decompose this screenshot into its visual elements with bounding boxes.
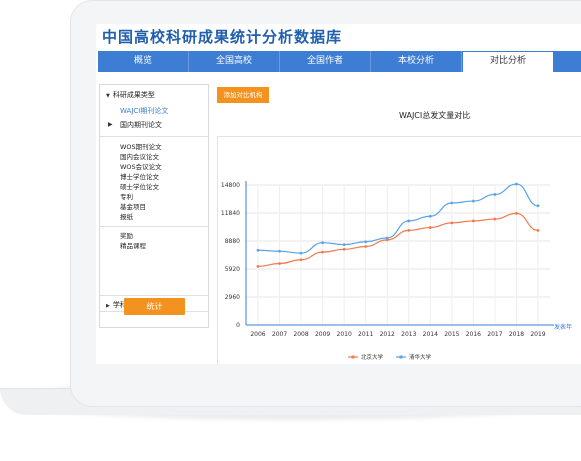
x-tick-label: 2015	[444, 331, 459, 338]
x-tick-label: 2013	[401, 331, 416, 338]
data-point	[385, 236, 389, 240]
x-tick-label: 2018	[509, 331, 524, 338]
data-point	[364, 245, 368, 248]
series-line-1	[257, 212, 539, 267]
sidebar-item[interactable]: 国内会议论文	[120, 152, 208, 162]
data-point	[342, 243, 346, 246]
data-point	[428, 214, 432, 218]
legend-label: 清华大学	[409, 353, 432, 361]
sidebar-item[interactable]: WOS期刊论文	[120, 142, 208, 152]
sidebar-type-list: WOS期刊论文 国内会议论文 WOS会议论文 博士学位论文 硕士学位论文 专利 …	[100, 142, 208, 222]
data-point	[321, 241, 325, 245]
x-tick-label: 2011	[358, 331, 373, 338]
data-point	[407, 229, 411, 232]
x-axis-unit-label: 发表年	[554, 323, 572, 331]
data-point	[299, 251, 303, 255]
x-tick-label: 2008	[293, 331, 308, 338]
y-tick-label: 11840	[221, 210, 240, 217]
sidebar-divider	[100, 226, 208, 227]
x-tick-label: 2016	[466, 331, 481, 338]
y-tick-label: 2960	[225, 294, 240, 301]
sidebar-group-label: 科研成果类型	[112, 91, 155, 99]
data-point	[471, 199, 475, 203]
data-point	[278, 249, 281, 253]
data-point	[471, 219, 475, 223]
x-tick-label: 2014	[423, 331, 438, 338]
filter-sidebar: ▼ 科研成果类型 WAJCI期刊论文 ▶ 国内期刊论文 WOS期刊论文 国内会议论…	[99, 84, 209, 328]
sidebar-item[interactable]: WOS会议论文	[120, 162, 208, 172]
data-point	[450, 221, 454, 225]
sidebar-item[interactable]: 精品课程	[120, 241, 208, 251]
tab-national-universities[interactable]: 全国高校	[189, 51, 280, 72]
app-title: 中国高校科研成果统计分析数据库	[102, 28, 343, 46]
main-nav: 概览 全国高校 全国作者 本校分析 对比分析	[98, 51, 581, 72]
tab-comparison-analysis[interactable]: 对比分析	[462, 51, 554, 72]
data-point	[407, 219, 411, 223]
y-tick-label: 8880	[225, 238, 240, 245]
x-tick-label: 2017	[487, 331, 502, 338]
sidebar-item[interactable]: 报纸	[120, 212, 208, 222]
collapse-triangle-icon: ▼	[106, 93, 110, 99]
sidebar-item-wajci[interactable]: WAJCI期刊论文	[120, 106, 204, 116]
x-tick-label: 2007	[272, 331, 287, 338]
chart-title: WAJCI总发文量对比	[399, 111, 471, 120]
add-compare-institution-button[interactable]: 添加对比机构	[217, 87, 269, 103]
x-tick-label: 2006	[250, 331, 265, 338]
sidebar-divider	[100, 136, 208, 137]
data-point	[364, 240, 368, 244]
data-point	[536, 229, 540, 232]
expand-triangle-icon: ▶	[106, 303, 110, 309]
sidebar-type-list-2: 奖励 精品课程	[100, 231, 208, 251]
statistics-button[interactable]: 统计	[124, 298, 185, 315]
sidebar-item[interactable]: 奖励	[120, 231, 208, 241]
app-screen: 中国高校科研成果统计分析数据库 概览 全国高校 全国作者 本校分析 对比分析 ▼…	[96, 24, 581, 364]
legend-marker	[399, 355, 403, 359]
sidebar-item[interactable]: 专利	[120, 192, 208, 202]
legend-label: 北京大学	[361, 353, 384, 361]
data-point	[493, 217, 497, 221]
chart-panel: 0 2960 5920 8880 11840 14800 2006 2007 2008 2009 2…	[217, 136, 581, 364]
x-tick-label: 2009	[315, 331, 330, 338]
data-point	[256, 264, 260, 268]
data-point	[493, 193, 497, 196]
legend-marker	[351, 355, 355, 359]
y-tick-label: 0	[236, 322, 240, 329]
data-point	[342, 247, 346, 251]
tab-own-school-analysis[interactable]: 本校分析	[371, 51, 462, 72]
y-tick-label: 5920	[225, 266, 240, 273]
data-point	[450, 201, 454, 205]
x-tick-label: 2010	[337, 331, 352, 338]
sidebar-item[interactable]: 博士学位论文	[120, 172, 208, 182]
expand-arrow-icon[interactable]: ▶	[108, 121, 113, 128]
sidebar-item[interactable]: 硕士学位论文	[120, 182, 208, 192]
data-point	[278, 262, 281, 265]
line-chart: 0 2960 5920 8880 11840 14800 2006 2007 2008 2009 2…	[221, 181, 572, 361]
data-point	[321, 250, 325, 254]
data-point	[515, 182, 518, 186]
data-point	[515, 211, 518, 215]
data-point	[256, 248, 260, 252]
tab-overview[interactable]: 概览	[98, 51, 189, 72]
sidebar-group-header[interactable]: ▼ 科研成果类型	[100, 85, 208, 100]
y-tick-label: 14800	[221, 182, 240, 189]
x-tick-label: 2012	[380, 331, 395, 338]
x-tick-label: 2019	[530, 331, 545, 338]
tab-national-authors[interactable]: 全国作者	[280, 51, 371, 72]
data-point	[299, 258, 303, 262]
sidebar-item-domestic-journal[interactable]: 国内期刊论文	[120, 120, 208, 130]
data-point	[428, 226, 432, 229]
data-point	[536, 204, 540, 208]
sidebar-item[interactable]: 基金项目	[120, 202, 208, 212]
